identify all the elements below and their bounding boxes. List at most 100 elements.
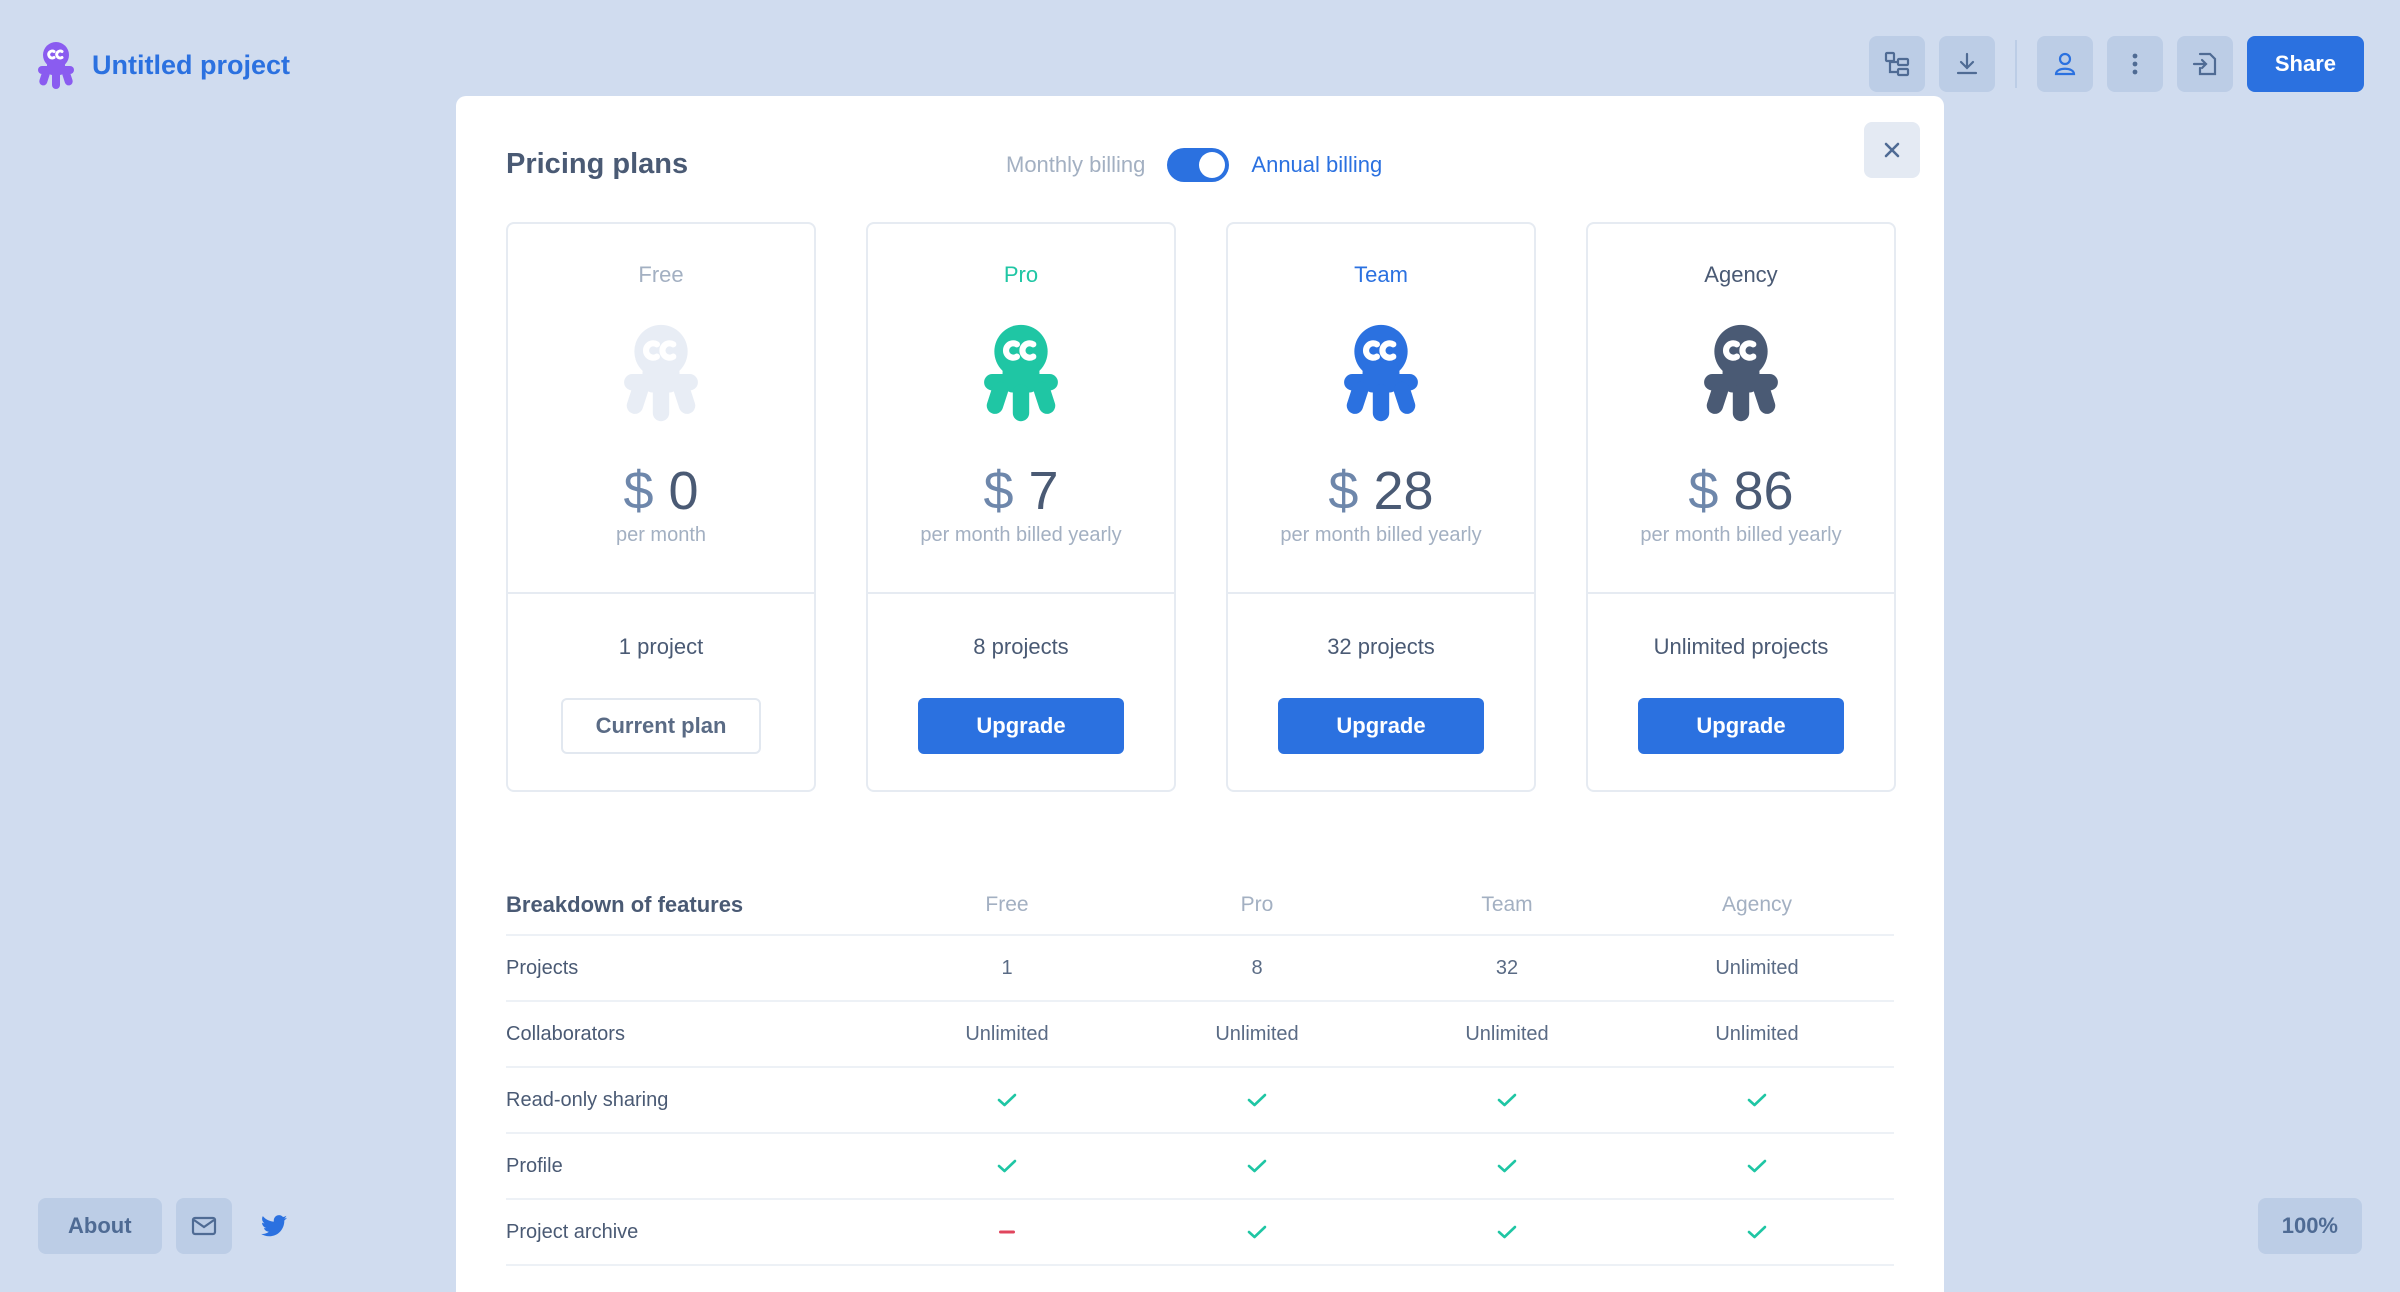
plan-octopus-icon xyxy=(1340,320,1422,429)
download-icon xyxy=(1956,52,1977,75)
features-table: Breakdown of features Free Pro Team Agen… xyxy=(506,876,1894,1266)
octopus-icon xyxy=(1344,324,1418,422)
zoom-level-button[interactable]: 100% xyxy=(2257,1198,2362,1254)
monthly-billing-label[interactable]: Monthly billing xyxy=(1006,152,1145,178)
check-icon xyxy=(997,1093,1017,1107)
price-amount: 0 xyxy=(668,461,699,521)
feature-included xyxy=(1382,1223,1632,1241)
check-icon xyxy=(1247,1159,1267,1173)
footer-left: About xyxy=(38,1198,302,1254)
more-options-button[interactable] xyxy=(2106,36,2163,92)
toolbar: Share xyxy=(1868,36,2364,92)
download-button[interactable] xyxy=(1938,36,1995,92)
feature-included xyxy=(1632,1091,1882,1109)
price-amount: 86 xyxy=(1733,461,1794,521)
feature-label: Project archive xyxy=(506,1220,639,1243)
tree-view-button[interactable] xyxy=(1868,36,1925,92)
feature-value: 1 xyxy=(1001,956,1013,979)
import-button[interactable] xyxy=(2176,36,2233,92)
feature-included xyxy=(1382,1157,1632,1175)
plan-summary: Pro $ 7 per month billed yearly xyxy=(868,224,1174,594)
check-icon xyxy=(1497,1159,1517,1173)
octopus-logo-icon xyxy=(38,42,74,89)
plan-octopus-icon xyxy=(1700,320,1782,429)
upgrade-agency-button[interactable]: Upgrade xyxy=(1638,698,1844,754)
column-header: Agency xyxy=(1721,893,1793,916)
plan-summary: Agency $ 86 per month billed yearly xyxy=(1588,224,1894,594)
plan-projects: 8 projects xyxy=(973,634,1069,659)
check-icon xyxy=(997,1159,1017,1173)
plan-octopus-icon xyxy=(620,320,702,429)
email-button[interactable] xyxy=(175,1198,232,1254)
feature-included xyxy=(1632,1157,1882,1175)
currency-symbol: $ xyxy=(1688,461,1719,521)
plan-period: per month billed yearly xyxy=(920,524,1122,546)
feature-not-included xyxy=(882,1229,1132,1235)
plan-summary: Free $ 0 per month xyxy=(508,224,814,594)
feature-label: Collaborators xyxy=(506,1022,625,1045)
billing-switch: Monthly billing Annual billing xyxy=(1006,148,1382,182)
about-button[interactable]: About xyxy=(38,1198,162,1254)
plan-card-pro: Pro $ 7 per month billed yearly 8 projec… xyxy=(866,222,1176,792)
modal-title: Pricing plans xyxy=(506,148,689,180)
check-icon xyxy=(1247,1225,1267,1239)
upgrade-team-button[interactable]: Upgrade xyxy=(1278,698,1484,754)
current-plan-button[interactable]: Current plan xyxy=(561,698,761,754)
plan-octopus-icon xyxy=(980,320,1062,429)
brand[interactable]: Untitled project xyxy=(36,40,290,90)
annual-billing-label[interactable]: Annual billing xyxy=(1251,152,1382,178)
plan-price: $ 86 xyxy=(1588,460,1894,522)
feature-label: Projects xyxy=(506,956,579,979)
tree-view-icon xyxy=(1884,51,1909,77)
plan-name: Agency xyxy=(1704,262,1778,287)
octopus-icon xyxy=(624,324,698,422)
plan-price: $ 28 xyxy=(1228,460,1534,522)
feature-value: Unlimited xyxy=(1715,956,1799,979)
project-title[interactable]: Untitled project xyxy=(92,50,290,81)
upgrade-pro-button[interactable]: Upgrade xyxy=(918,698,1124,754)
feature-included xyxy=(1132,1157,1382,1175)
plan-period: per month billed yearly xyxy=(1640,524,1842,546)
pricing-modal: Pricing plans Monthly billing Annual bil… xyxy=(456,96,1944,1292)
feature-included xyxy=(1382,1091,1632,1109)
check-icon xyxy=(1247,1093,1267,1107)
check-icon xyxy=(1747,1159,1767,1173)
price-amount: 7 xyxy=(1028,461,1059,521)
currency-symbol: $ xyxy=(1328,461,1359,521)
plan-card-free: Free $ 0 per month 1 project Current pla… xyxy=(506,222,816,792)
feature-label: Profile xyxy=(506,1154,563,1177)
currency-symbol: $ xyxy=(983,461,1014,521)
feature-included xyxy=(1132,1091,1382,1109)
plan-projects: 1 project xyxy=(618,634,704,659)
check-icon xyxy=(1497,1093,1517,1107)
feature-row: Projects 1 8 32 Unlimited xyxy=(506,936,1894,1002)
share-button[interactable]: Share xyxy=(2246,36,2364,92)
price-amount: 28 xyxy=(1373,461,1434,521)
feature-value: 8 xyxy=(1251,956,1263,979)
plan-summary: Team $ 28 per month billed yearly xyxy=(1228,224,1534,594)
account-button[interactable] xyxy=(2036,36,2093,92)
feature-included xyxy=(882,1157,1132,1175)
feature-row: Project archive xyxy=(506,1200,1894,1266)
plan-card-agency: Agency $ 86 per month billed yearly Unli… xyxy=(1586,222,1896,792)
plan-name: Pro xyxy=(1003,262,1039,287)
feature-row: Collaborators Unlimited Unlimited Unlimited… xyxy=(506,1002,1894,1068)
vertical-dots-icon xyxy=(2132,53,2138,75)
feature-value: 32 xyxy=(1495,956,1519,979)
feature-value: Unlimited xyxy=(1715,1022,1799,1045)
features-header-row: Breakdown of features Free Pro Team Agen… xyxy=(506,876,1894,936)
plans-list: Free $ 0 per month 1 project Current pla… xyxy=(506,222,1896,792)
plan-card-team: Team $ 28 per month billed yearly 32 pro… xyxy=(1226,222,1536,792)
feature-label: Read-only sharing xyxy=(506,1088,669,1111)
toolbar-divider xyxy=(2014,40,2017,88)
features-title: Breakdown of features xyxy=(506,892,744,917)
plan-projects: 32 projects xyxy=(1327,634,1435,659)
close-button[interactable] xyxy=(1864,122,1920,178)
user-icon xyxy=(2054,52,2075,76)
currency-symbol: $ xyxy=(623,461,654,521)
plan-name: Team xyxy=(1354,262,1408,287)
feature-included xyxy=(1132,1223,1382,1241)
column-header: Pro xyxy=(1240,893,1274,916)
billing-toggle[interactable] xyxy=(1167,148,1230,182)
twitter-button[interactable] xyxy=(246,1198,302,1254)
